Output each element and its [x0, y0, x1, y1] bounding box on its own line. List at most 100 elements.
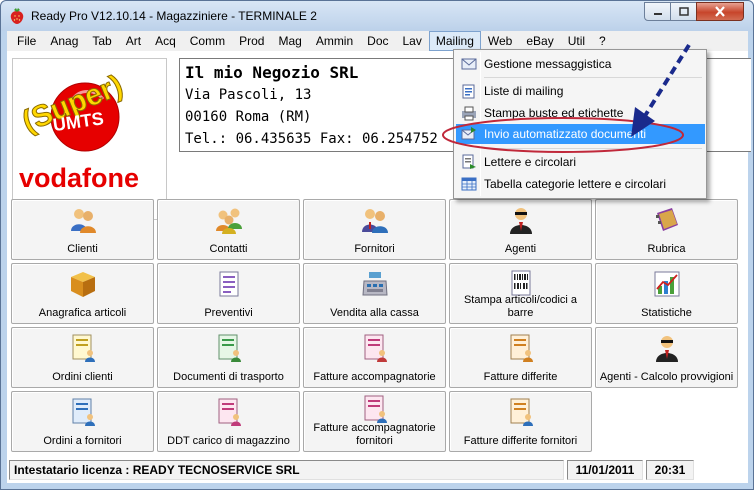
- tile-label: Statistiche: [641, 307, 692, 319]
- strawberry-icon[interactable]: [9, 7, 25, 25]
- license-holder: Intestatario licenza : READY TECNOSERVIC…: [9, 460, 564, 480]
- tile-clienti[interactable]: Clienti: [11, 199, 154, 260]
- document-deferred-icon: [510, 398, 533, 426]
- suppliers-icon: [362, 209, 388, 233]
- menu-tab[interactable]: Tab: [85, 31, 118, 51]
- document-deferred-icon: [510, 334, 533, 362]
- annotation-arrow-icon: [631, 43, 691, 137]
- address-book-icon: [656, 208, 678, 231]
- contacts-icon: [216, 208, 242, 234]
- tile-documenti-trasporto[interactable]: Documenti di trasporto: [157, 327, 300, 388]
- status-time: 20:31: [646, 460, 694, 480]
- menu-item-label: Liste di mailing: [484, 84, 564, 98]
- tile-fatture-differite[interactable]: Fatture differite: [449, 327, 592, 388]
- menu-acq[interactable]: Acq: [148, 31, 183, 51]
- box-icon: [71, 272, 95, 297]
- tile-label: Agenti: [504, 243, 537, 255]
- tile-label: Vendita alla cassa: [330, 307, 419, 319]
- close-icon: [715, 6, 725, 17]
- menu-item-label: Gestione messaggistica: [484, 57, 612, 71]
- logo-brand-text: vodafone: [19, 163, 139, 193]
- menu-file[interactable]: File: [10, 31, 43, 51]
- menu-anag[interactable]: Anag: [43, 31, 85, 51]
- tile-label: Contatti: [209, 243, 248, 255]
- document-invoice-icon: [364, 395, 387, 423]
- table-icon: [461, 177, 477, 191]
- tile-contatti[interactable]: Contatti: [157, 199, 300, 260]
- tile-fatture-differite-fornitori[interactable]: Fatture differite fornitori: [449, 391, 592, 452]
- status-bar: Intestatario licenza : READY TECNOSERVIC…: [9, 460, 746, 480]
- window-title: Ready Pro V12.10.14 - Magazziniere - TER…: [31, 9, 317, 23]
- title-bar[interactable]: Ready Pro V12.10.14 - Magazziniere - TER…: [1, 1, 753, 31]
- tile-agenti[interactable]: Agenti: [449, 199, 592, 260]
- menu-lav[interactable]: Lav: [396, 31, 429, 51]
- tile-label: Anagrafica articoli: [38, 307, 127, 319]
- menu-ammin[interactable]: Ammin: [309, 31, 360, 51]
- menu-mailing[interactable]: Mailing: [428, 31, 481, 51]
- tile-label: Rubrica: [647, 243, 686, 255]
- mailing-list-icon: [462, 84, 475, 99]
- tile-label: Fatture accompagnatorie fornitori: [313, 422, 436, 447]
- tile-fatture-accompagnatorie[interactable]: Fatture accompagnatorie: [303, 327, 446, 388]
- tile-label: Ordini a fornitori: [43, 435, 122, 447]
- tile-ordini-fornitori[interactable]: Ordini a fornitori: [11, 391, 154, 452]
- agent-icon: [510, 208, 532, 234]
- tile-preventivi[interactable]: Preventivi: [157, 263, 300, 324]
- menu-item-tabella-categorie[interactable]: Tabella categorie lettere e circolari: [456, 174, 705, 194]
- menu-item-lettere-circolari[interactable]: Lettere e circolari: [456, 152, 705, 172]
- menu-util[interactable]: Util: [561, 31, 592, 51]
- menu-item-label: Lettere e circolari: [484, 155, 577, 169]
- tile-vendita-alla-cassa[interactable]: Vendita alla cassa: [303, 263, 446, 324]
- messages-icon: [461, 58, 477, 70]
- tile-agenti-provvigioni[interactable]: Agenti - Calcolo provvigioni: [595, 327, 738, 388]
- tile-label: DDT carico di magazzino: [167, 435, 290, 447]
- maximize-button[interactable]: [670, 2, 697, 21]
- tile-stampa-articoli[interactable]: Stampa articoli/codici a barre: [449, 263, 592, 324]
- minimize-button[interactable]: [644, 2, 671, 21]
- tile-fatture-accompagnatorie-fornitori[interactable]: Fatture accompagnatorie fornitori: [303, 391, 446, 452]
- tile-label: Fornitori: [354, 243, 395, 255]
- tile-label: Agenti - Calcolo provvigioni: [599, 371, 734, 383]
- tile-label: Documenti di trasporto: [173, 371, 284, 383]
- tile-fornitori[interactable]: Fornitori: [303, 199, 446, 260]
- menu-help[interactable]: ?: [592, 31, 613, 51]
- document-supplier-icon: [72, 398, 95, 426]
- agent-icon: [656, 336, 678, 362]
- tile-label: Preventivi: [204, 307, 253, 319]
- menu-web[interactable]: Web: [481, 31, 519, 51]
- document-warehouse-icon: [218, 398, 241, 426]
- chart-icon: [654, 271, 680, 297]
- close-button[interactable]: [696, 2, 744, 21]
- menu-ebay[interactable]: eBay: [519, 31, 560, 51]
- tile-ordini-clienti[interactable]: Ordini clienti: [11, 327, 154, 388]
- maximize-icon: [678, 7, 689, 16]
- document-users-icon: [72, 334, 95, 362]
- tile-rubrica[interactable]: Rubrica: [595, 199, 738, 260]
- document-transport-icon: [218, 334, 241, 362]
- cash-register-icon: [362, 272, 388, 296]
- app-window: Ready Pro V12.10.14 - Magazziniere - TER…: [0, 0, 754, 490]
- tile-label: Ordini clienti: [52, 371, 113, 383]
- menu-comm[interactable]: Comm: [183, 31, 232, 51]
- users-icon: [71, 209, 96, 233]
- tile-anagrafica-articoli[interactable]: Anagrafica articoli: [11, 263, 154, 324]
- tile-label: Fatture accompagnatorie: [313, 371, 436, 383]
- tile-label: Fatture differite: [483, 371, 558, 383]
- tile-statistiche[interactable]: Statistiche: [595, 263, 738, 324]
- status-date: 11/01/2011: [567, 460, 643, 480]
- letters-icon: [462, 154, 476, 169]
- minimize-icon: [653, 12, 662, 15]
- menu-doc[interactable]: Doc: [360, 31, 395, 51]
- menu-art[interactable]: Art: [119, 31, 148, 51]
- tile-label: Fatture differite fornitori: [463, 435, 578, 447]
- tile-label: Clienti: [67, 243, 98, 255]
- company-logo: (Super) UMTS vodafone: [12, 58, 167, 220]
- document-invoice-icon: [364, 334, 387, 362]
- tile-ddt-carico-magazzino[interactable]: DDT carico di magazzino: [157, 391, 300, 452]
- menu-item-label: Tabella categorie lettere e circolari: [484, 177, 667, 191]
- document-icon: [219, 271, 239, 297]
- menu-prod[interactable]: Prod: [232, 31, 271, 51]
- menu-mag[interactable]: Mag: [271, 31, 308, 51]
- logo-graphic: (Super) UMTS vodafone: [17, 68, 139, 193]
- tile-label: Stampa articoli/codici a barre: [463, 294, 578, 319]
